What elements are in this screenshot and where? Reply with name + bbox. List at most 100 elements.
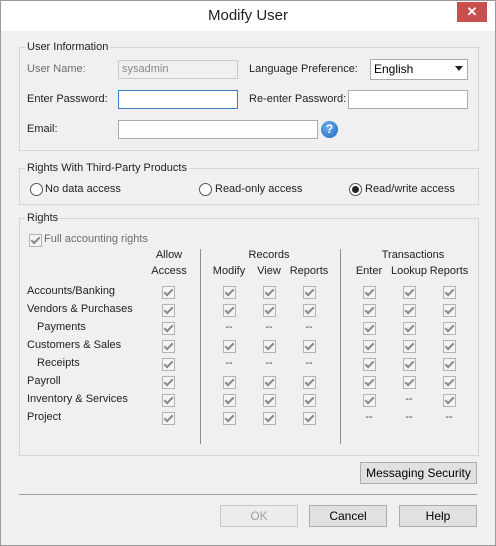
rights-view-na: -- [265,357,273,369]
rights-reports-checkbox [303,394,316,407]
allow-header: Allow [155,249,183,261]
help-button[interactable]: Help [399,505,477,527]
rights-view-checkbox [263,412,276,425]
user-name-field: sysadmin [118,60,238,79]
button-separator [19,494,477,495]
read-only-access-label[interactable]: Read-only access [215,183,302,195]
rights-view-checkbox [263,376,276,389]
rights-enter-na: -- [365,411,373,423]
rights-enter-checkbox [363,304,376,317]
rights-allow-checkbox [162,340,175,353]
rights-row-label: Project [27,411,62,423]
language-select[interactable]: English [370,59,468,80]
rights-enter-checkbox [363,340,376,353]
rights-enter-checkbox [363,376,376,389]
rights-lookup-checkbox [403,358,416,371]
ok-button[interactable]: OK [220,505,298,527]
radio-no-data-access[interactable] [30,183,43,196]
modify-header: Modify [212,265,246,277]
rights-view-checkbox [263,304,276,317]
rights-lookup-checkbox [403,322,416,335]
rights-reports-na: -- [305,321,313,333]
rights-view-checkbox [263,340,276,353]
rights-t-reports-checkbox [443,394,456,407]
rights-reports-na: -- [305,357,313,369]
rights-reports-checkbox [303,304,316,317]
rights-modify-checkbox [223,286,236,299]
enter-password-label: Enter Password: [27,93,108,105]
rights-enter-checkbox [363,394,376,407]
messaging-security-button[interactable]: Messaging Security [360,462,477,484]
email-label: Email: [27,123,58,135]
rights-t-reports-checkbox [443,322,456,335]
rights-lookup-na: -- [405,393,413,405]
access-header: Access [151,265,187,277]
rights-lookup-checkbox [403,340,416,353]
rights-modify-checkbox [223,412,236,425]
rights-enter-checkbox [363,358,376,371]
rights-row-label: Payroll [27,375,61,387]
rights-enter-checkbox [363,322,376,335]
rights-allow-checkbox [162,376,175,389]
rights-t-reports-checkbox [443,304,456,317]
transactions-header: Transactions [381,249,445,261]
enter-password-field[interactable] [118,90,238,109]
language-value: English [374,62,414,76]
rights-allow-checkbox [162,394,175,407]
rights-row-label: Inventory & Services [27,393,128,405]
rights-reports-checkbox [303,340,316,353]
radio-read-write-access[interactable] [349,183,362,196]
rights-label: Rights [25,212,61,224]
rights-row-label: Payments [37,321,86,333]
rights-allow-checkbox [162,286,175,299]
view-header: View [257,265,281,277]
rights-row-label: Customers & Sales [27,339,122,351]
language-preference-label: Language Preference: [249,63,358,75]
rights-modify-na: -- [225,321,233,333]
rights-modify-checkbox [223,394,236,407]
records-header: Records [248,249,290,261]
transactions-divider [340,249,341,444]
user-information-label: User Information [25,41,111,53]
window-title: Modify User [207,7,289,24]
rights-reports-checkbox [303,376,316,389]
reenter-password-field[interactable] [348,90,468,109]
rights-view-checkbox [263,394,276,407]
rights-lookup-checkbox [403,376,416,389]
rights-allow-checkbox [162,322,175,335]
rights-reports-checkbox [303,412,316,425]
rights-modify-na: -- [225,357,233,369]
rights-lookup-na: -- [405,411,413,423]
rights-modify-checkbox [223,376,236,389]
help-icon[interactable]: ? [321,121,338,138]
rights-view-na: -- [265,321,273,333]
rights-enter-checkbox [363,286,376,299]
third-party-rights-label: Rights With Third-Party Products [25,162,189,174]
rights-row-label: Receipts [37,357,80,369]
rights-row-label: Vendors & Purchases [27,303,133,315]
cancel-button[interactable]: Cancel [309,505,387,527]
rights-allow-checkbox [162,412,175,425]
reenter-password-label: Re-enter Password: [249,93,347,105]
rights-t-reports-checkbox [443,358,456,371]
title-bar: Modify User ✕ [1,1,495,31]
records-divider [200,249,201,444]
chevron-down-icon [455,66,463,71]
close-button[interactable]: ✕ [457,2,487,22]
user-name-label: User Name: [27,63,86,75]
rights-lookup-checkbox [403,304,416,317]
no-data-access-label[interactable]: No data access [45,183,121,195]
radio-read-only-access[interactable] [199,183,212,196]
modify-user-dialog: Modify User ✕ User Information User Name… [0,0,496,546]
enter-header: Enter [355,265,383,277]
rights-reports-checkbox [303,286,316,299]
rights-t-reports-na: -- [445,411,453,423]
rights-allow-checkbox [162,304,175,317]
rights-view-checkbox [263,286,276,299]
email-field[interactable] [118,120,318,139]
rights-lookup-checkbox [403,286,416,299]
reports-header: Reports [289,265,329,277]
rights-allow-checkbox [162,358,175,371]
read-write-access-label[interactable]: Read/write access [365,183,455,195]
lookup-header: Lookup [390,265,428,277]
